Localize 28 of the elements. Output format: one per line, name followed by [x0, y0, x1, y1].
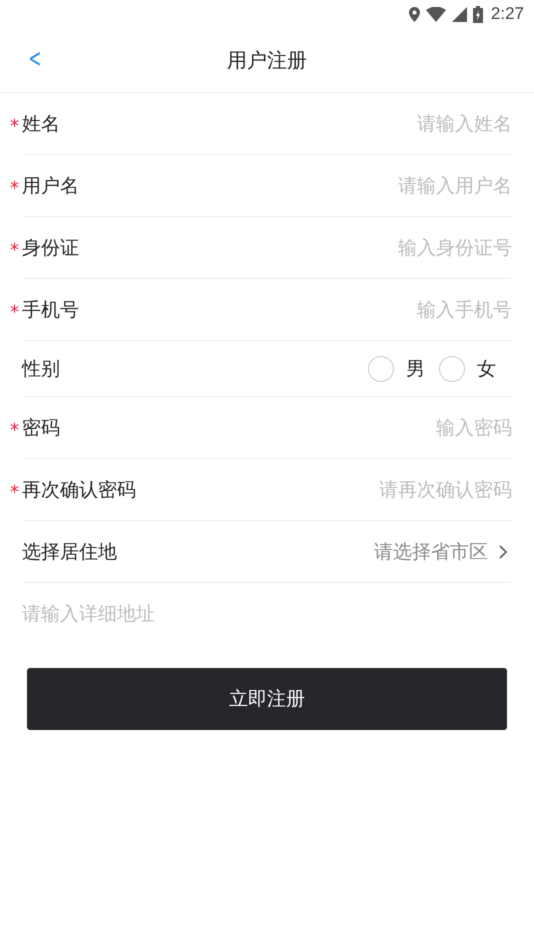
chevron-right-icon — [498, 544, 508, 560]
signal-icon — [452, 6, 467, 22]
field-label: 用户名 — [22, 174, 79, 198]
field-label: 再次确认密码 — [22, 478, 136, 502]
field-label: 姓名 — [22, 112, 60, 136]
radio-label: 女 — [477, 356, 496, 382]
field-label: 身份证 — [22, 236, 79, 260]
register-button[interactable]: 立即注册 — [27, 668, 507, 730]
radio-button[interactable] — [439, 356, 465, 382]
required-mark: * — [10, 300, 20, 322]
page-title: 用户注册 — [227, 46, 307, 74]
required-mark: * — [10, 238, 20, 260]
field-label: 性别 — [22, 356, 60, 382]
select-value[interactable]: 请选择省市区 — [374, 538, 488, 564]
radio-label: 男 — [406, 356, 425, 382]
required-mark: * — [10, 480, 20, 502]
back-button[interactable]: < — [28, 44, 42, 74]
field-label: 手机号 — [22, 298, 79, 322]
field-label: 选择居住地 — [22, 540, 117, 564]
battery-icon — [472, 6, 483, 22]
status-time: 2:27 — [490, 4, 524, 24]
required-mark: * — [10, 418, 20, 440]
field-label: 密码 — [22, 416, 60, 440]
required-mark: * — [10, 176, 20, 198]
wifi-icon — [426, 6, 446, 22]
location-icon — [408, 6, 420, 22]
radio-button[interactable] — [368, 356, 394, 382]
required-mark: * — [10, 114, 20, 136]
